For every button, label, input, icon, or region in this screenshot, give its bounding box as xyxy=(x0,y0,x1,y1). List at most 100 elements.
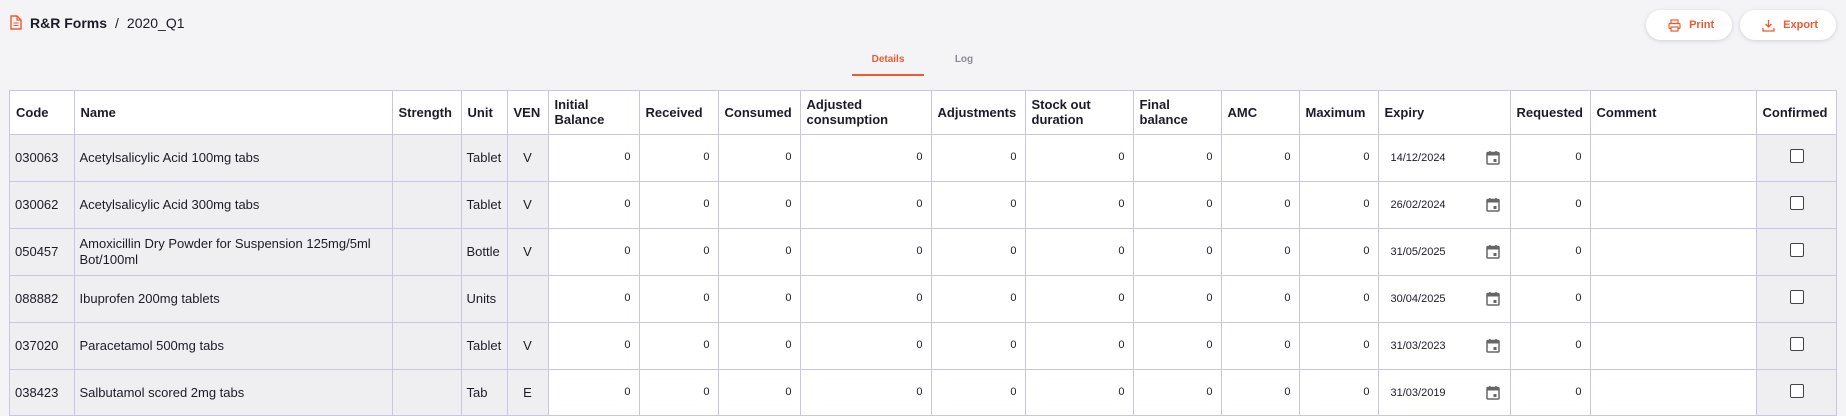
column-header[interactable]: Requested xyxy=(1510,91,1591,135)
cell-adjustments[interactable]: 0 xyxy=(931,322,1026,370)
cell-requested[interactable]: 0 xyxy=(1510,275,1591,323)
tab-log[interactable]: Log xyxy=(928,54,1000,76)
cell-confirmed xyxy=(1756,228,1836,276)
calendar-icon[interactable] xyxy=(1485,385,1502,401)
calendar-icon[interactable] xyxy=(1485,244,1502,260)
cell-final-balance: 0 xyxy=(1133,134,1222,182)
calendar-icon[interactable] xyxy=(1485,150,1502,166)
cell-received[interactable]: 0 xyxy=(639,134,719,182)
rnr-table: Code Name Strength Unit VEN Initial Balance Re… xyxy=(10,91,1836,415)
column-header[interactable]: Stock out duration xyxy=(1025,91,1134,135)
breadcrumb-root-link[interactable]: R&R Forms xyxy=(30,15,107,31)
cell-final-balance: 0 xyxy=(1133,181,1222,229)
cell-adjustments[interactable]: 0 xyxy=(931,275,1026,323)
cell-consumed[interactable]: 0 xyxy=(718,322,801,370)
cell-stock-out-duration[interactable]: 0 xyxy=(1025,134,1134,182)
cell-received[interactable]: 0 xyxy=(639,369,719,415)
cell-expiry[interactable]: 31/03/2019 xyxy=(1378,369,1511,415)
cell-comment[interactable] xyxy=(1590,134,1757,182)
tab-details[interactable]: Details xyxy=(852,54,924,76)
cell-strength xyxy=(392,134,462,182)
cell-adjustments[interactable]: 0 xyxy=(931,228,1026,276)
confirmed-checkbox[interactable] xyxy=(1790,289,1804,304)
cell-received[interactable]: 0 xyxy=(639,322,719,370)
cell-expiry[interactable]: 31/03/2023 xyxy=(1378,322,1511,370)
cell-confirmed xyxy=(1756,134,1836,182)
cell-expiry[interactable]: 14/12/2024 xyxy=(1378,134,1511,182)
cell-received[interactable]: 0 xyxy=(639,181,719,229)
column-header[interactable]: Consumed xyxy=(718,91,801,135)
cell-comment[interactable] xyxy=(1590,275,1757,323)
cell-expiry[interactable]: 31/05/2025 xyxy=(1378,228,1511,276)
calendar-icon[interactable] xyxy=(1485,338,1502,354)
column-header[interactable]: AMC xyxy=(1221,91,1300,135)
column-header[interactable]: Adjustments xyxy=(931,91,1026,135)
column-header[interactable]: Code xyxy=(10,91,75,135)
cell-stock-out-duration[interactable]: 0 xyxy=(1025,228,1134,276)
expiry-date-field[interactable]: 31/03/2019 xyxy=(1391,385,1502,401)
cell-adjusted-consumption: 0 xyxy=(800,134,932,182)
cell-stock-out-duration[interactable]: 0 xyxy=(1025,369,1134,415)
cell-expiry[interactable]: 30/04/2025 xyxy=(1378,275,1511,323)
column-header[interactable]: Expiry xyxy=(1378,91,1511,135)
cell-strength xyxy=(392,275,462,323)
column-header[interactable]: Strength xyxy=(392,91,462,135)
cell-consumed[interactable]: 0 xyxy=(718,181,801,229)
column-header[interactable]: Confirmed xyxy=(1756,91,1836,135)
cell-requested[interactable]: 0 xyxy=(1510,181,1591,229)
cell-unit: Bottle xyxy=(461,228,508,276)
confirmed-checkbox[interactable] xyxy=(1790,336,1804,351)
column-header[interactable]: VEN xyxy=(507,91,549,135)
cell-expiry[interactable]: 26/02/2024 xyxy=(1378,181,1511,229)
cell-adjusted-consumption: 0 xyxy=(800,228,932,276)
cell-received[interactable]: 0 xyxy=(639,275,719,323)
column-header[interactable]: Name xyxy=(74,91,393,135)
cell-comment[interactable] xyxy=(1590,369,1757,415)
cell-requested[interactable]: 0 xyxy=(1510,322,1591,370)
table-body: 030063 Acetylsalicylic Acid 100mg tabs Tab… xyxy=(10,134,1836,415)
cell-consumed[interactable]: 0 xyxy=(718,228,801,276)
cell-final-balance: 0 xyxy=(1133,322,1222,370)
print-button[interactable]: Print xyxy=(1646,10,1733,40)
cell-final-balance: 0 xyxy=(1133,228,1222,276)
cell-stock-out-duration[interactable]: 0 xyxy=(1025,275,1134,323)
expiry-date-field[interactable]: 14/12/2024 xyxy=(1391,150,1502,166)
column-header[interactable]: Maximum xyxy=(1299,91,1379,135)
cell-received[interactable]: 0 xyxy=(639,228,719,276)
cell-adjustments[interactable]: 0 xyxy=(931,134,1026,182)
cell-stock-out-duration[interactable]: 0 xyxy=(1025,181,1134,229)
column-header[interactable]: Adjusted consumption xyxy=(800,91,932,135)
cell-consumed[interactable]: 0 xyxy=(718,275,801,323)
export-button[interactable]: Export xyxy=(1740,10,1836,40)
column-header[interactable]: Unit xyxy=(461,91,508,135)
cell-consumed[interactable]: 0 xyxy=(718,134,801,182)
column-header[interactable]: Received xyxy=(639,91,719,135)
cell-strength xyxy=(392,369,462,415)
cell-stock-out-duration[interactable]: 0 xyxy=(1025,322,1134,370)
calendar-icon[interactable] xyxy=(1485,197,1502,213)
cell-requested[interactable]: 0 xyxy=(1510,369,1591,415)
cell-requested[interactable]: 0 xyxy=(1510,134,1591,182)
cell-maximum: 0 xyxy=(1299,275,1379,323)
calendar-icon[interactable] xyxy=(1485,291,1502,307)
cell-comment[interactable] xyxy=(1590,228,1757,276)
expiry-date-field[interactable]: 30/04/2025 xyxy=(1391,291,1502,307)
expiry-date-field[interactable]: 31/03/2023 xyxy=(1391,338,1502,354)
expiry-date-field[interactable]: 26/02/2024 xyxy=(1391,197,1502,213)
confirmed-checkbox[interactable] xyxy=(1790,195,1804,210)
cell-adjustments[interactable]: 0 xyxy=(931,369,1026,415)
confirmed-checkbox[interactable] xyxy=(1790,148,1804,163)
column-header[interactable]: Final balance xyxy=(1133,91,1222,135)
cell-consumed[interactable]: 0 xyxy=(718,369,801,415)
cell-adjustments[interactable]: 0 xyxy=(931,181,1026,229)
confirmed-checkbox[interactable] xyxy=(1790,242,1804,257)
expiry-date-field[interactable]: 31/05/2025 xyxy=(1391,244,1502,260)
cell-unit: Tablet xyxy=(461,134,508,182)
confirmed-checkbox[interactable] xyxy=(1790,383,1804,398)
cell-comment[interactable] xyxy=(1590,181,1757,229)
column-header[interactable]: Comment xyxy=(1590,91,1757,135)
cell-requested[interactable]: 0 xyxy=(1510,228,1591,276)
cell-comment[interactable] xyxy=(1590,322,1757,370)
cell-final-balance: 0 xyxy=(1133,275,1222,323)
column-header[interactable]: Initial Balance xyxy=(548,91,640,135)
